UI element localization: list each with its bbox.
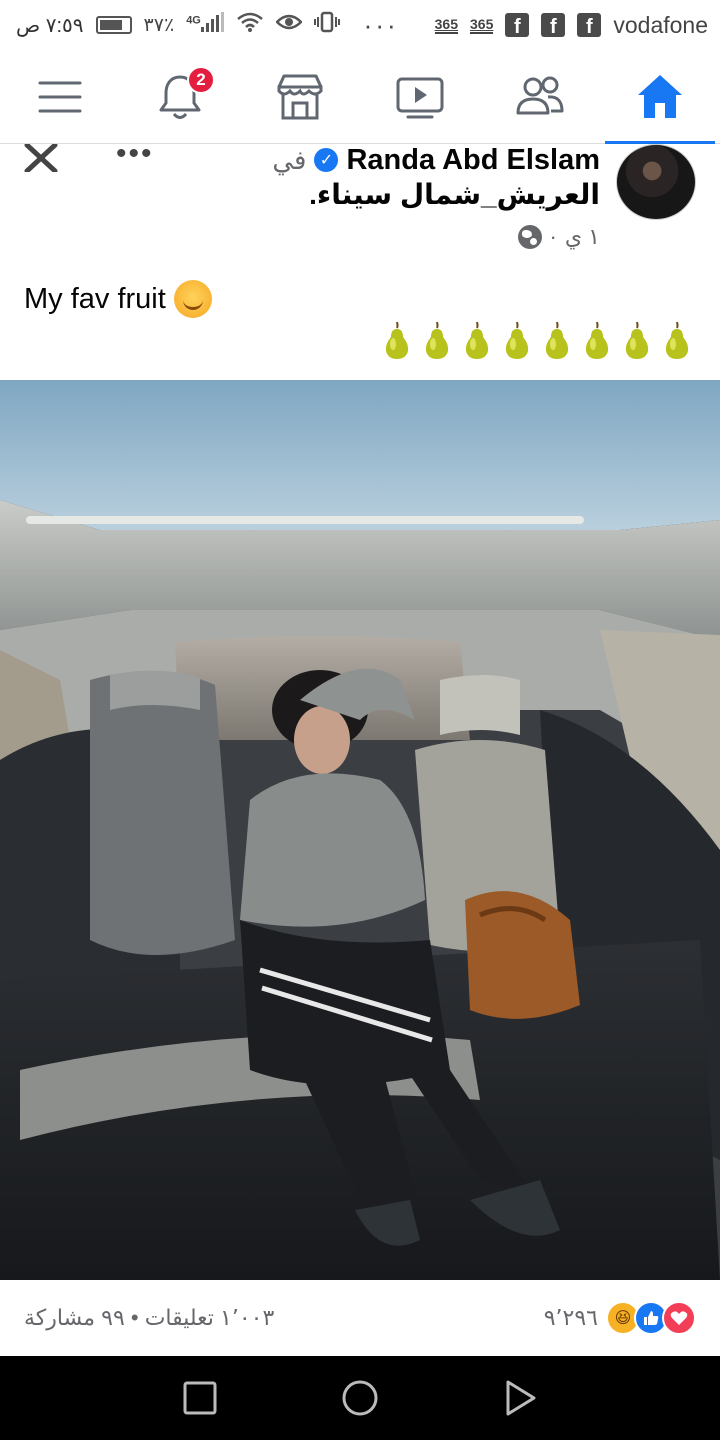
pear-emoji-icon xyxy=(622,320,652,360)
pear-emoji-icon xyxy=(462,320,492,360)
author-avatar[interactable] xyxy=(616,144,696,220)
post-text-body: My fav fruit xyxy=(24,282,166,315)
reactions-summary[interactable]: ٩٬٢٩٦ 😆 xyxy=(544,1301,696,1335)
shares-count[interactable]: ٩٩ مشاركة xyxy=(24,1305,125,1330)
nav-friends[interactable] xyxy=(485,50,595,144)
meta-separator: · xyxy=(549,224,557,249)
video-icon xyxy=(396,77,444,118)
verified-badge-icon: ✓ xyxy=(314,148,339,172)
globe-icon xyxy=(517,225,542,249)
pear-emoji-icon xyxy=(422,320,452,360)
pear-emoji-icon xyxy=(582,320,612,360)
carrier-name: vodafone xyxy=(613,11,708,38)
app-365-icon: 365 xyxy=(470,16,494,34)
car-interior-illustration xyxy=(0,380,720,1280)
android-nav-bar xyxy=(0,1356,720,1440)
marketplace-icon xyxy=(277,74,323,119)
friends-icon xyxy=(516,76,564,114)
wifi-icon xyxy=(236,11,264,39)
menu-icon xyxy=(38,81,82,112)
reactions-count[interactable]: ٩٬٢٩٦ xyxy=(544,1305,598,1331)
status-bar: ٧:٥٩ ص ٣٧٪ 4G ··· 365 365 f f f vodafone xyxy=(0,0,720,50)
comments-count[interactable]: ١٬٠٠٣ تعليقات xyxy=(145,1305,275,1330)
notification-badge: 2 xyxy=(187,65,215,94)
pear-emoji-row xyxy=(382,320,692,360)
nav-menu[interactable] xyxy=(5,50,115,144)
post-text: My fav fruit xyxy=(24,280,212,318)
nav-watch[interactable] xyxy=(365,50,475,144)
facebook-notification-icon: f xyxy=(577,13,602,37)
hugging-face-emoji-icon xyxy=(173,280,212,318)
nav-marketplace[interactable] xyxy=(245,50,355,144)
post-location[interactable]: العريش_شمال سيناء. xyxy=(309,178,600,211)
recents-button[interactable] xyxy=(170,1368,230,1428)
author-name[interactable]: Randa Abd Elslam xyxy=(346,144,600,177)
status-right: ··· 365 365 f f f vodafone xyxy=(364,10,708,41)
post-time[interactable]: ١ ي xyxy=(565,224,600,250)
top-nav-bar: 2 xyxy=(0,50,720,144)
battery-icon xyxy=(95,16,132,34)
status-time: ٧:٥٩ ص xyxy=(16,14,84,37)
post-meta: ١ ي · xyxy=(517,224,600,250)
more-options-icon[interactable]: ••• xyxy=(116,139,154,169)
status-left: ٧:٥٩ ص ٣٧٪ 4G xyxy=(16,11,340,39)
back-button[interactable] xyxy=(490,1368,550,1428)
close-icon[interactable] xyxy=(22,144,60,172)
signal-icon: 4G xyxy=(186,12,224,38)
love-reaction-icon xyxy=(662,1301,696,1335)
home-icon xyxy=(638,74,682,118)
more-notifications-icon: ··· xyxy=(363,9,399,40)
circle-icon xyxy=(342,1380,378,1416)
engagement-stats[interactable]: ١٬٠٠٣ تعليقات • ٩٩ مشاركة xyxy=(24,1305,274,1331)
facebook-notification-icon: f xyxy=(541,13,566,37)
facebook-notification-icon: f xyxy=(505,13,530,37)
nav-notifications[interactable]: 2 xyxy=(125,50,235,144)
pear-emoji-icon xyxy=(662,320,692,360)
network-type: 4G xyxy=(186,14,201,27)
square-icon xyxy=(183,1381,217,1415)
eye-icon xyxy=(275,12,303,38)
pear-emoji-icon xyxy=(542,320,572,360)
post-header: ••• Randa Abd Elslam ✓ في العريش_شمال سي… xyxy=(0,139,720,264)
reactions-bar: ١٬٠٠٣ تعليقات • ٩٩ مشاركة ٩٬٢٩٦ 😆 xyxy=(0,1280,720,1356)
post-photo[interactable] xyxy=(0,380,720,1280)
nav-home[interactable] xyxy=(605,50,715,144)
triangle-back-icon xyxy=(506,1380,536,1416)
vibrate-icon xyxy=(313,11,340,39)
author-line: Randa Abd Elslam ✓ في xyxy=(272,144,600,176)
in-word: في xyxy=(272,144,307,175)
home-button[interactable] xyxy=(330,1368,390,1428)
pear-emoji-icon xyxy=(502,320,532,360)
pear-emoji-icon xyxy=(382,320,412,360)
reaction-icons: 😆 xyxy=(606,1301,696,1335)
battery-percent: ٣٧٪ xyxy=(143,14,175,36)
app-365-icon: 365 xyxy=(434,16,458,34)
stats-separator: • xyxy=(130,1305,139,1330)
